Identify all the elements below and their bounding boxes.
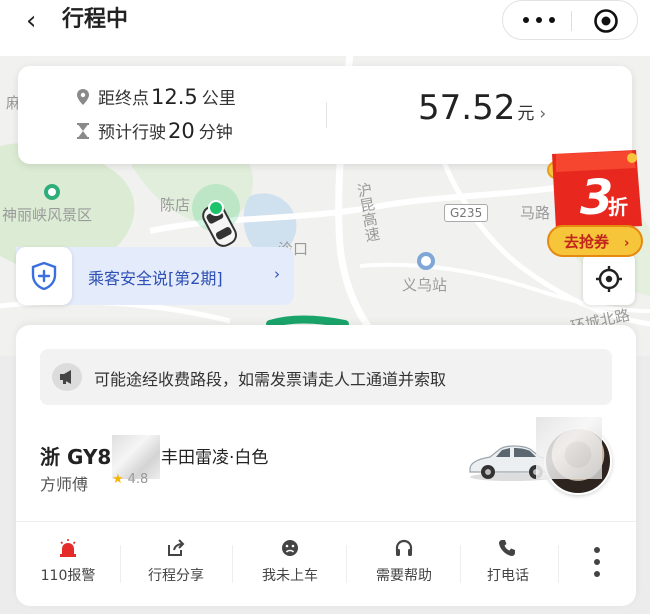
- headset-icon: [395, 539, 413, 556]
- discount-coupon-promo[interactable]: 3 折 去抢券 ›: [542, 148, 650, 266]
- estimated-duration: 预计行驶 20 分钟: [98, 118, 233, 143]
- duration-value: 20: [168, 119, 195, 143]
- trip-info-card[interactable]: 距终点 12.5 公里 预计行驶 20 分钟 57.52 元 ›: [18, 66, 632, 164]
- toll-notice: 可能途经收费路段，如需发票请走人工通道并索取: [40, 349, 612, 405]
- shield-plus-icon: [31, 262, 57, 290]
- action-label: 行程分享: [148, 568, 204, 584]
- avatar-privacy-mask: [536, 417, 602, 479]
- promo-chevron: ›: [624, 236, 629, 251]
- sad-face-icon: [282, 540, 298, 556]
- target-icon[interactable]: [593, 8, 619, 34]
- top-bar: ‹ 行程中: [0, 0, 650, 56]
- vehicle-marker: [192, 184, 240, 247]
- panel-divider: [16, 521, 636, 522]
- location-pin-icon: [77, 89, 89, 105]
- hourglass-icon: [77, 123, 89, 139]
- road-number-badge: G235: [444, 204, 489, 222]
- fare-value: 57.52: [418, 88, 516, 128]
- safety-icon-box: [16, 247, 72, 305]
- need-help-button[interactable]: 需要帮助: [352, 533, 456, 593]
- share-icon: [168, 539, 185, 556]
- duration-label: 预计行驶: [98, 123, 166, 143]
- trip-card-divider: [326, 102, 327, 128]
- action-label: 我未上车: [262, 568, 318, 584]
- action-separator: [346, 545, 347, 583]
- action-separator: [558, 545, 559, 583]
- share-trip-button[interactable]: 行程分享: [124, 533, 228, 593]
- driver-rating: ★ 4.8: [112, 472, 148, 487]
- action-label: 110报警: [40, 568, 96, 584]
- map-label-scenic-area: 神丽峡风景区: [2, 206, 93, 224]
- safety-banner-text: 乘客安全说[第2期]: [88, 269, 223, 288]
- distance-label: 距终点: [98, 89, 149, 109]
- driver-name: 方师傅: [40, 475, 89, 494]
- miniprogram-capsule: [502, 0, 638, 40]
- capsule-divider: [571, 11, 572, 31]
- back-icon[interactable]: ‹: [26, 6, 52, 36]
- not-boarded-button[interactable]: 我未上车: [238, 533, 342, 593]
- alarm-icon: [60, 539, 76, 557]
- passenger-safety-banner[interactable]: 乘客安全说[第2期] ›: [16, 247, 294, 305]
- license-plate: 浙 GY8: [40, 445, 112, 469]
- action-bar: 110报警 行程分享 我未上车 需要帮助 打电话: [16, 533, 636, 593]
- promo-unit: 折: [608, 195, 628, 219]
- distance-remaining: 距终点 12.5 公里: [98, 84, 236, 109]
- action-separator: [232, 545, 233, 583]
- more-actions-icon[interactable]: [588, 545, 606, 579]
- more-icon[interactable]: [521, 10, 557, 30]
- action-separator: [120, 545, 121, 583]
- action-label: 打电话: [487, 568, 529, 584]
- chevron-right-icon: ›: [539, 104, 547, 124]
- toll-notice-text: 可能途经收费路段，如需发票请走人工通道并索取: [94, 370, 447, 389]
- rating-value: 4.8: [127, 472, 149, 487]
- map-label-station: 义乌站: [402, 276, 448, 294]
- promo-cta: 去抢券: [564, 233, 610, 251]
- crosshair-locate-icon: [596, 266, 622, 292]
- map-label-chendian: 陈店: [160, 196, 191, 214]
- trip-details-panel: 可能途经收费路段，如需发票请走人工通道并索取 浙 GY8 丰田雷凌·白色 方师傅…: [16, 325, 636, 606]
- distance-unit: 公里: [201, 89, 236, 109]
- action-label: 需要帮助: [376, 568, 432, 584]
- star-icon: ★: [112, 472, 124, 487]
- fare-estimate[interactable]: 57.52 元 ›: [418, 88, 546, 128]
- duration-unit: 分钟: [198, 123, 233, 143]
- phone-icon: [499, 540, 515, 556]
- emergency-110-button[interactable]: 110报警: [16, 533, 120, 593]
- call-driver-button[interactable]: 打电话: [456, 533, 560, 593]
- chevron-right-icon: ›: [274, 265, 280, 283]
- car-model: 丰田雷凌·白色: [161, 448, 269, 468]
- distance-value: 12.5: [151, 85, 198, 109]
- fare-unit: 元: [517, 104, 535, 124]
- megaphone-icon: [52, 363, 82, 391]
- page-title: 行程中: [62, 7, 129, 32]
